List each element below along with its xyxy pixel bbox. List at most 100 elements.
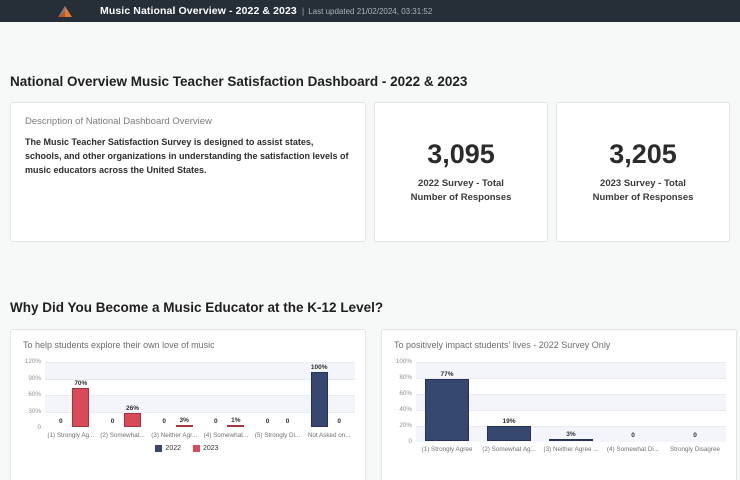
chart-body: 0 20% 40% 60% 80% 100% 77% 19% 3% 0 0 bbox=[390, 358, 726, 445]
description-card-body: The Music Teacher Satisfaction Survey is… bbox=[25, 137, 349, 175]
bar-slot: 3% bbox=[549, 362, 593, 441]
app-logo-icon bbox=[55, 3, 74, 19]
category-group: 100% 0 bbox=[303, 362, 355, 427]
chart-title: To positively impact students' lives - 2… bbox=[394, 340, 611, 350]
y-axis-tick-label: 90% bbox=[28, 374, 41, 382]
section-heading: Why Did You Become a Music Educator at t… bbox=[10, 300, 384, 315]
category-group: 0 bbox=[664, 362, 726, 441]
bar-2023[interactable] bbox=[124, 413, 141, 427]
y-axis-tick-label: 40% bbox=[399, 406, 412, 413]
bar-value-label: 0 bbox=[110, 417, 115, 425]
bar-value-label: 3% bbox=[179, 416, 189, 424]
kpi-label-2022: 2022 Survey - Total Number of Responses bbox=[410, 178, 512, 203]
bar-slot: 0 bbox=[611, 362, 655, 441]
y-axis-tick-label: 100% bbox=[395, 358, 412, 365]
y-axis: 0 30% 60% 90% 120% bbox=[19, 358, 45, 431]
kpi-value-2023: 3,205 bbox=[609, 139, 677, 170]
bar-value-label: 1% bbox=[231, 416, 241, 424]
dashboard-header-title: Music National Overview - 2022 & 2023 bbox=[100, 5, 297, 17]
dashboard-content: National Overview Music Teacher Satisfac… bbox=[0, 74, 740, 480]
x-axis-label: (4) Somewhat... bbox=[203, 432, 249, 439]
page-title: National Overview Music Teacher Satisfac… bbox=[10, 74, 468, 89]
y-axis-tick-label: 0 bbox=[408, 438, 412, 445]
category-group: 00 bbox=[252, 362, 304, 427]
bar-slot: 0 bbox=[331, 362, 348, 427]
bar-value-label: 0 bbox=[337, 417, 341, 425]
y-axis-tick-label: 60% bbox=[399, 390, 412, 397]
bar-2023[interactable] bbox=[72, 388, 90, 427]
bar-value-label: 0 bbox=[693, 431, 697, 439]
bar-value-label: 0 bbox=[162, 417, 166, 425]
kpi-value-2022: 3,095 bbox=[427, 139, 495, 170]
x-axis-labels: (1) Strongly Agree (2) Somewhat Ag... (3) … bbox=[416, 442, 726, 453]
x-axis-label: (3) Neither Agr... bbox=[151, 432, 198, 439]
y-axis-tick-label: 20% bbox=[399, 422, 412, 429]
bar-value-label: 0 bbox=[265, 417, 270, 425]
bar-2022[interactable] bbox=[487, 426, 531, 441]
bar-value-label: 77% bbox=[440, 370, 454, 378]
bar-slot: 0 bbox=[279, 362, 296, 427]
bar-value-label: 0 bbox=[59, 417, 63, 425]
bar-value-label: 3% bbox=[566, 430, 576, 438]
legend-label-2023: 2023 bbox=[203, 445, 219, 452]
chart-legend: 2022 2023 bbox=[19, 445, 355, 452]
kpi-label-2023: 2023 Survey - Total Number of Responses bbox=[592, 178, 694, 203]
y-axis-tick-label: 120% bbox=[24, 358, 41, 365]
legend-item-2023[interactable]: 2023 bbox=[193, 445, 219, 452]
category-group: 0 bbox=[602, 362, 664, 441]
y-axis-tick-label: 0 bbox=[37, 424, 41, 431]
chart-body: 0 30% 60% 90% 120% 0 70% 0 26% 0 3% 0 1% 0 0 100% 0 bbox=[19, 358, 355, 431]
summary-row: Description of National Dashboard Overvi… bbox=[10, 102, 730, 242]
bar-slot: 100% bbox=[310, 362, 328, 427]
x-axis-label: (4) Somewhat Di... bbox=[606, 446, 660, 453]
x-axis-label: (2) Somewhat Ag... bbox=[482, 446, 536, 453]
bar-2023[interactable] bbox=[175, 425, 193, 427]
bar-chart-love-of-music: 0 30% 60% 90% 120% 0 70% 0 26% 0 3% 0 1% 0 0 100% 0 (1) S… bbox=[19, 358, 355, 452]
bar-slot: 0 bbox=[104, 362, 121, 427]
category-groups: 77% 19% 3% 0 0 bbox=[416, 362, 726, 441]
chart-title: To help students explore their own love … bbox=[23, 340, 215, 350]
y-axis-tick-label: 30% bbox=[28, 407, 41, 415]
chart-card-impact-lives: To positively impact students' lives - 2… bbox=[381, 329, 737, 480]
bar-2022[interactable] bbox=[310, 372, 328, 427]
category-group: 19% bbox=[478, 362, 540, 441]
y-axis-tick-label: 60% bbox=[28, 391, 41, 398]
x-axis-label: Strongly Disagree bbox=[669, 446, 721, 453]
category-group: 0 1% bbox=[200, 362, 252, 427]
y-axis: 0 20% 40% 60% 80% 100% bbox=[390, 358, 416, 445]
x-axis-label: (1) Strongly Ag... bbox=[47, 432, 95, 439]
x-axis-label: (3) Neither Agree ... bbox=[543, 446, 599, 453]
bar-value-label: 0 bbox=[214, 417, 218, 425]
bar-slot: 0 bbox=[52, 362, 69, 427]
legend-label-2022: 2022 bbox=[165, 445, 181, 452]
last-updated-text: Last updated 21/02/2024, 03:31:52 bbox=[308, 6, 433, 16]
bar-slot: 1% bbox=[227, 362, 245, 427]
y-axis-tick-label: 80% bbox=[399, 374, 412, 381]
bar-2022[interactable] bbox=[425, 379, 469, 441]
bar-value-label: 70% bbox=[74, 379, 88, 387]
bar-slot: 19% bbox=[487, 362, 531, 441]
bar-value-label: 19% bbox=[502, 417, 516, 425]
bar-slot: 0 bbox=[207, 362, 224, 427]
x-axis-label: (2) Somewhat... bbox=[100, 432, 145, 439]
bar-slot: 77% bbox=[425, 362, 469, 441]
kpi-card-2023: 3,205 2023 Survey - Total Number of Resp… bbox=[556, 102, 730, 242]
bar-chart-impact-lives: 0 20% 40% 60% 80% 100% 77% 19% 3% 0 0 (1) Strongly … bbox=[390, 358, 726, 453]
bar-value-label: 0 bbox=[631, 431, 635, 439]
category-group: 3% bbox=[540, 362, 602, 441]
legend-item-2022[interactable]: 2022 bbox=[155, 445, 181, 452]
charts-row: To help students explore their own love … bbox=[10, 329, 737, 480]
category-groups: 0 70% 0 26% 0 3% 0 1% 0 0 100% 0 bbox=[45, 362, 355, 427]
x-axis-label: Not Asked on... bbox=[307, 432, 351, 439]
category-group: 0 70% bbox=[45, 362, 97, 427]
bar-slot: 26% bbox=[124, 362, 141, 427]
bar-2023[interactable] bbox=[227, 425, 245, 427]
description-card-title: Description of National Dashboard Overvi… bbox=[25, 116, 212, 127]
bar-slot: 0 bbox=[673, 362, 717, 441]
kpi-card-2022: 3,095 2022 Survey - Total Number of Resp… bbox=[374, 102, 548, 242]
bar-value-label: 100% bbox=[310, 363, 328, 371]
bar-2022[interactable] bbox=[549, 439, 593, 441]
category-group: 0 3% bbox=[148, 362, 200, 427]
bar-slot: 3% bbox=[175, 362, 193, 427]
x-axis-label: (1) Strongly Agree bbox=[421, 446, 473, 453]
